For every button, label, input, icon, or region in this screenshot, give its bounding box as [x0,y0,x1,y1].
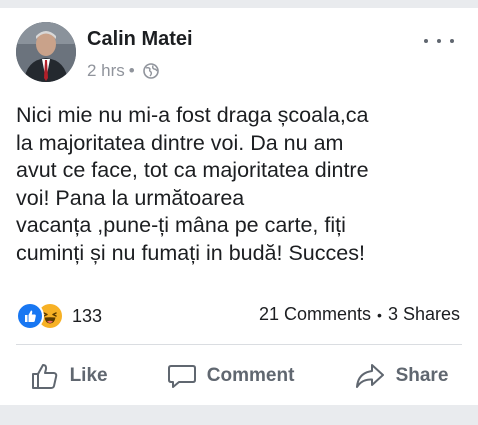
post-text-line: cuminți și nu fumați in budă! Succes! [16,240,365,265]
author-name[interactable]: Calin Matei [87,28,193,51]
thumbs-up-icon [30,361,60,391]
meta-separator: • [128,61,135,80]
avatar[interactable] [16,22,76,82]
post-timestamp[interactable]: 2 hrs [87,61,125,81]
share-arrow-icon [354,361,386,391]
reaction-count: 133 [72,305,103,326]
post-text-line: Nici mie nu mi-a fost draga școala,ca [16,103,369,127]
like-reaction-icon [16,302,44,330]
divider [16,344,462,345]
share-label: Share [395,365,449,386]
comment-label: Comment [206,365,295,386]
post-text-line: vacanța ,pune-ți mâna pe carte, fiți [16,213,346,237]
reactions-summary[interactable]: 133 [16,302,102,330]
comments-count-link[interactable]: 21 Comments [259,304,371,325]
profile-photo [16,22,76,82]
feed-bottom-strip [0,405,478,425]
globe-icon [142,63,159,79]
post-meta: 2 hrs • [87,61,159,81]
like-label: Like [69,365,108,386]
post-text-line: avut ce face, tot ca majoritatea dintre [16,158,369,182]
feed-top-strip [0,0,478,8]
counts-separator: • [377,306,382,323]
post-text: Nici mie nu mi-a fost draga școala,ca la… [16,102,464,267]
comment-button[interactable]: Comment [167,361,295,391]
post-text-line: la majoritatea dintre voi. Da nu am [16,130,344,155]
engagement-counts: 21 Comments • 3 Shares [259,304,460,325]
more-dot [437,39,441,43]
more-dot [424,39,428,43]
comment-icon [167,361,197,391]
post-action-bar: Like Comment Share [0,355,478,397]
more-dot [450,39,454,43]
more-options-icon[interactable] [424,36,454,46]
shares-count-link[interactable]: 3 Shares [388,304,460,325]
post-text-line: voi! Pana la următoarea [16,185,245,210]
like-button[interactable]: Like [30,361,108,391]
share-button[interactable]: Share [354,361,449,391]
